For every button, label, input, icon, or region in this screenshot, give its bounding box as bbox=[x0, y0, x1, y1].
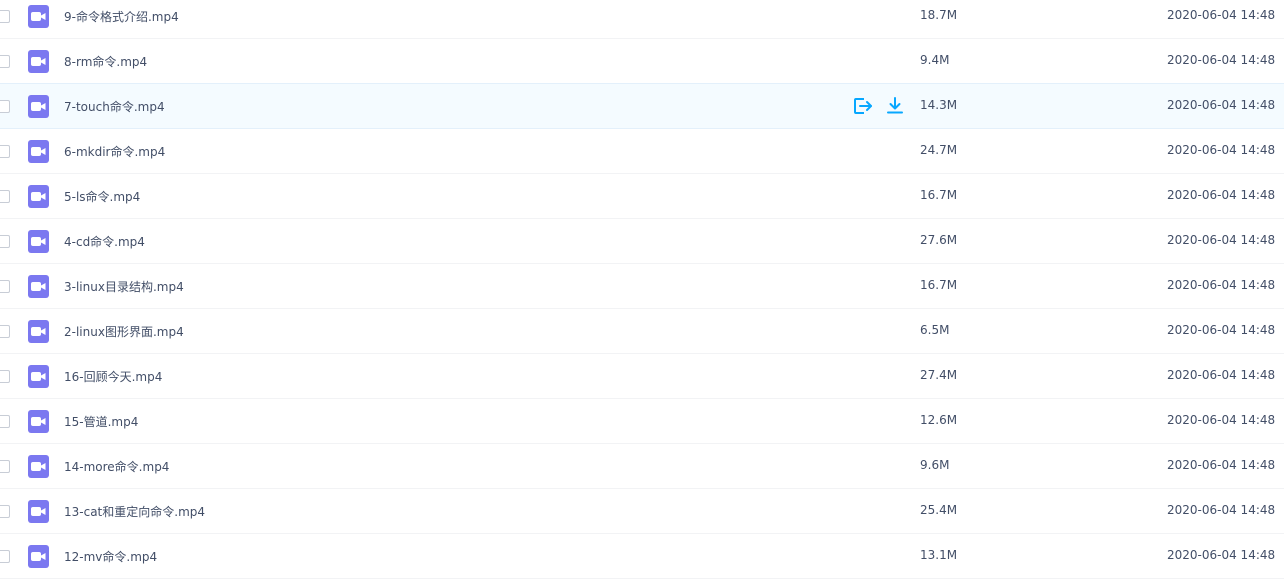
file-row[interactable]: 14-more命令.mp4 9.6M 2020-06-04 14:48 bbox=[0, 444, 1284, 489]
file-date: 2020-06-04 14:48 bbox=[1167, 278, 1276, 292]
file-row[interactable]: 15-管道.mp4 12.6M 2020-06-04 14:48 bbox=[0, 399, 1284, 444]
file-date: 2020-06-04 14:48 bbox=[1167, 143, 1276, 157]
file-name[interactable]: 9-命令格式介绍.mp4 bbox=[64, 8, 179, 25]
file-date: 2020-06-04 14:48 bbox=[1167, 8, 1276, 22]
file-row[interactable]: 9-命令格式介绍.mp4 18.7M 2020-06-04 14:48 bbox=[0, 0, 1284, 39]
row-checkbox[interactable] bbox=[0, 460, 10, 473]
file-row[interactable]: 13-cat和重定向命令.mp4 25.4M 2020-06-04 14:48 bbox=[0, 489, 1284, 534]
video-file-icon bbox=[28, 455, 49, 478]
video-file-icon bbox=[28, 95, 49, 118]
file-size: 6.5M bbox=[920, 323, 950, 337]
row-checkbox[interactable] bbox=[0, 10, 10, 23]
file-row[interactable]: 7-touch命令.mp4 14.3M 2020-06-04 14:48 bbox=[0, 83, 1284, 129]
file-date: 2020-06-04 14:48 bbox=[1167, 458, 1276, 472]
row-checkbox[interactable] bbox=[0, 325, 10, 338]
file-date: 2020-06-04 14:48 bbox=[1167, 548, 1276, 562]
file-date: 2020-06-04 14:48 bbox=[1167, 368, 1276, 382]
file-name[interactable]: 3-linux目录结构.mp4 bbox=[64, 278, 184, 295]
row-checkbox[interactable] bbox=[0, 100, 10, 113]
file-date: 2020-06-04 14:48 bbox=[1167, 233, 1276, 247]
file-size: 9.4M bbox=[920, 53, 950, 67]
file-date: 2020-06-04 14:48 bbox=[1167, 188, 1276, 202]
row-checkbox[interactable] bbox=[0, 550, 10, 563]
row-checkbox[interactable] bbox=[0, 55, 10, 68]
file-date: 2020-06-04 14:48 bbox=[1167, 503, 1276, 517]
file-name[interactable]: 4-cd命令.mp4 bbox=[64, 233, 145, 250]
file-size: 14.3M bbox=[920, 98, 958, 112]
file-row[interactable]: 16-回顾今天.mp4 27.4M 2020-06-04 14:48 bbox=[0, 354, 1284, 399]
row-checkbox[interactable] bbox=[0, 145, 10, 158]
video-file-icon bbox=[28, 140, 49, 163]
file-date: 2020-06-04 14:48 bbox=[1167, 53, 1276, 67]
download-icon[interactable] bbox=[884, 96, 906, 116]
video-file-icon bbox=[28, 320, 49, 343]
file-size: 27.6M bbox=[920, 233, 958, 247]
file-row[interactable]: 2-linux图形界面.mp4 6.5M 2020-06-04 14:48 bbox=[0, 309, 1284, 354]
file-name[interactable]: 16-回顾今天.mp4 bbox=[64, 368, 162, 385]
file-date: 2020-06-04 14:48 bbox=[1167, 413, 1276, 427]
file-name[interactable]: 6-mkdir命令.mp4 bbox=[64, 143, 165, 160]
file-size: 24.7M bbox=[920, 143, 958, 157]
file-size: 9.6M bbox=[920, 458, 950, 472]
file-size: 16.7M bbox=[920, 188, 958, 202]
video-file-icon bbox=[28, 500, 49, 523]
file-row[interactable]: 8-rm命令.mp4 9.4M 2020-06-04 14:48 bbox=[0, 39, 1284, 84]
file-name[interactable]: 14-more命令.mp4 bbox=[64, 458, 169, 475]
file-size: 13.1M bbox=[920, 548, 958, 562]
row-checkbox[interactable] bbox=[0, 415, 10, 428]
row-checkbox[interactable] bbox=[0, 505, 10, 518]
file-size: 12.6M bbox=[920, 413, 958, 427]
video-file-icon bbox=[28, 365, 49, 388]
video-file-icon bbox=[28, 5, 49, 28]
video-file-icon bbox=[28, 50, 49, 73]
video-file-icon bbox=[28, 230, 49, 253]
file-size: 16.7M bbox=[920, 278, 958, 292]
file-row[interactable]: 6-mkdir命令.mp4 24.7M 2020-06-04 14:48 bbox=[0, 129, 1284, 174]
file-name[interactable]: 5-ls命令.mp4 bbox=[64, 188, 140, 205]
row-checkbox[interactable] bbox=[0, 370, 10, 383]
file-size: 18.7M bbox=[920, 8, 958, 22]
video-file-icon bbox=[28, 410, 49, 433]
row-checkbox[interactable] bbox=[0, 235, 10, 248]
file-list: 9-命令格式介绍.mp4 18.7M 2020-06-04 14:48 8-rm… bbox=[0, 0, 1284, 579]
file-date: 2020-06-04 14:48 bbox=[1167, 323, 1276, 337]
row-checkbox[interactable] bbox=[0, 280, 10, 293]
file-row[interactable]: 5-ls命令.mp4 16.7M 2020-06-04 14:48 bbox=[0, 174, 1284, 219]
file-row[interactable]: 3-linux目录结构.mp4 16.7M 2020-06-04 14:48 bbox=[0, 264, 1284, 309]
file-name[interactable]: 15-管道.mp4 bbox=[64, 413, 138, 430]
file-row[interactable]: 12-mv命令.mp4 13.1M 2020-06-04 14:48 bbox=[0, 534, 1284, 579]
video-file-icon bbox=[28, 545, 49, 568]
file-name[interactable]: 8-rm命令.mp4 bbox=[64, 53, 147, 70]
file-date: 2020-06-04 14:48 bbox=[1167, 98, 1276, 112]
row-actions bbox=[852, 96, 906, 116]
video-file-icon bbox=[28, 185, 49, 208]
file-size: 27.4M bbox=[920, 368, 958, 382]
file-row[interactable]: 4-cd命令.mp4 27.6M 2020-06-04 14:48 bbox=[0, 219, 1284, 264]
file-name[interactable]: 13-cat和重定向命令.mp4 bbox=[64, 503, 205, 520]
video-file-icon bbox=[28, 275, 49, 298]
share-icon[interactable] bbox=[852, 96, 874, 116]
file-size: 25.4M bbox=[920, 503, 958, 517]
file-name[interactable]: 7-touch命令.mp4 bbox=[64, 98, 165, 115]
file-name[interactable]: 2-linux图形界面.mp4 bbox=[64, 323, 184, 340]
row-checkbox[interactable] bbox=[0, 190, 10, 203]
file-name[interactable]: 12-mv命令.mp4 bbox=[64, 548, 157, 565]
